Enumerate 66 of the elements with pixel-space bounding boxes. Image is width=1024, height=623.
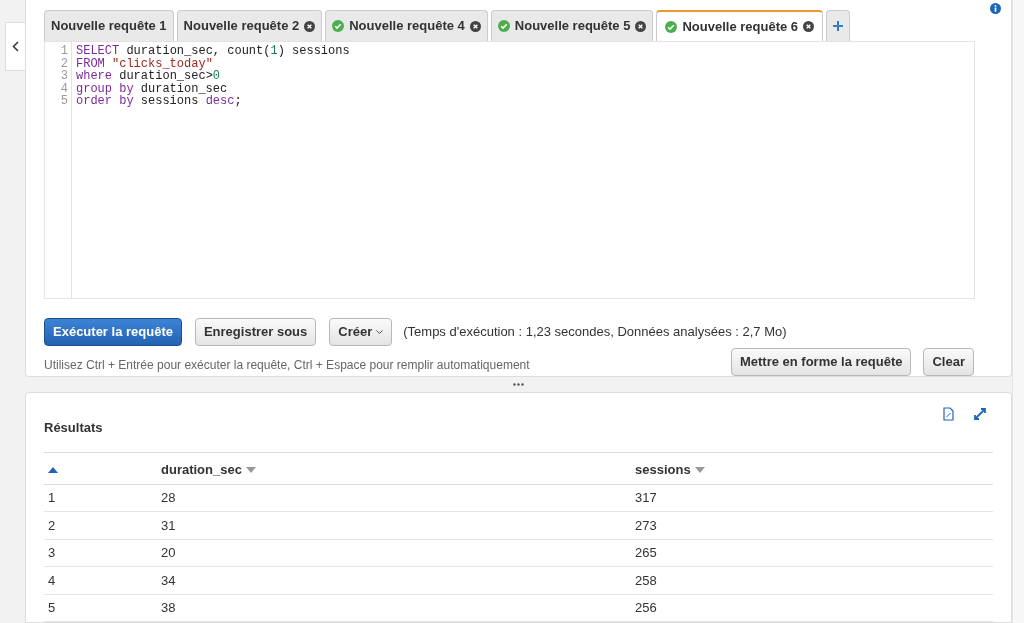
document-icon[interactable]: [943, 407, 954, 421]
line-number: 5: [60, 95, 68, 108]
run-query-button[interactable]: Exécuter la requête: [44, 318, 182, 346]
chevron-left-icon: [12, 41, 19, 52]
close-icon[interactable]: [304, 20, 316, 32]
clear-button[interactable]: Clear: [923, 348, 974, 376]
resize-handle-icon[interactable]: [513, 383, 524, 386]
line-number: 2: [60, 57, 68, 71]
table-cell: 317: [635, 490, 657, 505]
create-dropdown[interactable]: Créer: [329, 318, 393, 346]
code-line: group by duration_sec: [76, 82, 228, 96]
table-cell: 258: [635, 572, 657, 588]
info-icon[interactable]: [990, 3, 1001, 14]
save-as-button[interactable]: Enregistrer sous: [194, 318, 317, 346]
scrollbar-track[interactable]: [1012, 0, 1024, 623]
check-circle-icon: [497, 20, 510, 32]
tab-label: Nouvelle requête 4: [349, 17, 465, 36]
table-cell: 28: [161, 490, 176, 505]
table-cell: 31: [161, 517, 176, 533]
table-cell: 2: [48, 517, 56, 533]
tab-label: Nouvelle requête 6: [682, 17, 799, 36]
check-circle-icon: [332, 20, 345, 32]
tab-label: Nouvelle requête 1: [51, 17, 167, 36]
sort-descending-icon[interactable]: [245, 466, 256, 473]
close-icon[interactable]: [635, 20, 647, 32]
query-tab[interactable]: Nouvelle requête 1: [44, 10, 174, 41]
query-tab[interactable]: Nouvelle requête 6: [656, 10, 824, 42]
table-cell: 4: [48, 572, 56, 588]
column-header[interactable]: duration_sec: [161, 460, 242, 480]
line-number: 3: [60, 70, 68, 83]
line-number: 1: [60, 45, 68, 58]
code-line: order by sessions desc;: [76, 95, 243, 108]
query-tab[interactable]: Nouvelle requête 2: [176, 10, 323, 41]
table-cell: 3: [48, 545, 56, 560]
plus-icon: [833, 21, 844, 31]
caret-icon: [376, 329, 384, 335]
add-tab-button[interactable]: [826, 10, 851, 41]
sort-ascending-icon[interactable]: [48, 466, 58, 473]
close-icon[interactable]: [469, 20, 481, 32]
table-cell: 273: [635, 517, 657, 533]
results-title: Résultats: [44, 419, 103, 437]
code-editor[interactable]: 1 2 3 4 5 SELECT duration_sec, count(1) sessions FROM "clicks_today" where duration_sec>0 group by duration_sec order by sessions desc;: [44, 41, 975, 299]
table-cell: 38: [161, 600, 176, 615]
table-cell: 256: [635, 600, 657, 615]
column-header[interactable]: sessions: [635, 460, 691, 480]
code-line: FROM "clicks_today": [76, 57, 213, 71]
code-line: SELECT duration_sec, count(1) sessions: [76, 45, 350, 58]
table-cell: 34: [161, 572, 176, 588]
line-number: 4: [60, 82, 68, 96]
expand-icon[interactable]: [973, 407, 987, 421]
table-cell: 20: [161, 545, 176, 560]
format-query-button[interactable]: Mettre en forme la requête: [730, 348, 912, 376]
close-icon[interactable]: [803, 21, 815, 32]
table-cell: 1: [48, 490, 56, 505]
tab-label: Nouvelle requête 2: [183, 17, 300, 36]
table-cell: 5: [48, 600, 56, 615]
sort-descending-icon[interactable]: [694, 466, 705, 473]
query-tab[interactable]: Nouvelle requête 4: [325, 10, 488, 41]
keyboard-hint: Utilisez Ctrl + Entrée pour exécuter la requête, Ctrl + Espace pour remplir automatiquement: [44, 357, 530, 374]
execution-stats: (Temps d'exécution : 1,23 secondes, Données analysées : 2,7 Mo): [403, 323, 787, 342]
table-cell: 265: [635, 545, 657, 560]
tab-label: Nouvelle requête 5: [514, 17, 631, 36]
check-circle-icon: [665, 20, 678, 33]
collapse-panel-tab[interactable]: [5, 22, 25, 71]
code-line: where duration_sec>0: [76, 70, 221, 83]
query-tab[interactable]: Nouvelle requête 5: [490, 10, 654, 41]
